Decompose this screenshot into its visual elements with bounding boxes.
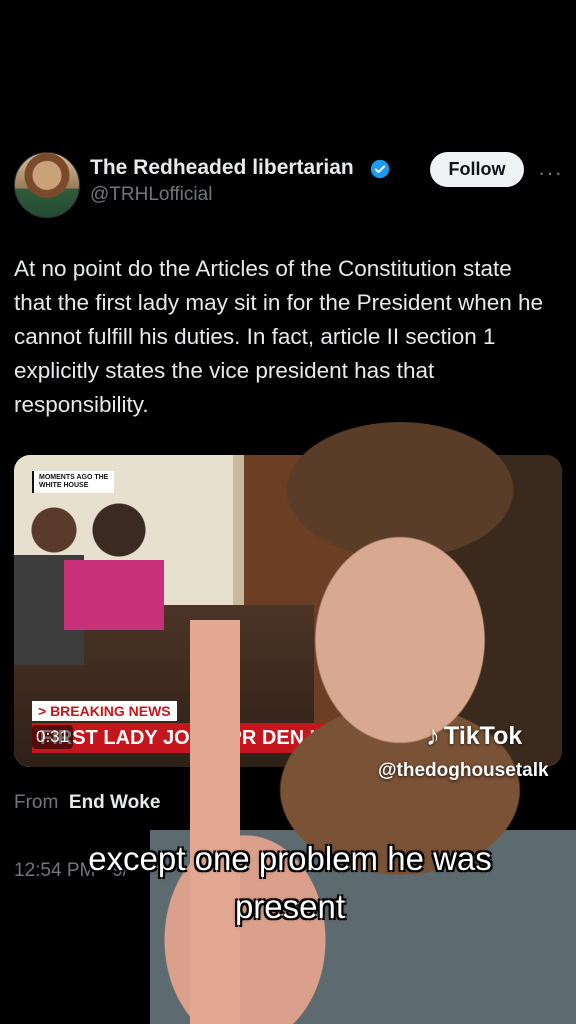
more-options-icon[interactable]: ···	[538, 160, 563, 186]
source-line: From End Woke	[14, 792, 160, 814]
moments-ago-tag: MOMENTS AGO THE WHITE HOUSE	[32, 471, 114, 493]
video-timer: 0:31	[32, 725, 74, 749]
tiktok-handle: @thedoghousetalk	[378, 760, 549, 781]
video-caption: except one problem he was present	[88, 840, 492, 925]
user-handle[interactable]: @TRHLofficial	[90, 184, 212, 206]
avatar[interactable]	[14, 152, 80, 218]
follow-button[interactable]: Follow	[430, 152, 524, 187]
display-name[interactable]: The Redheaded libertarian	[90, 156, 354, 180]
tiktok-brand: TikTok	[444, 721, 523, 750]
tiktok-note-icon: ♪	[426, 720, 440, 751]
tiktok-watermark: ♪ TikTok	[426, 720, 522, 752]
pointing-hand	[140, 620, 350, 1024]
verified-badge-icon	[370, 159, 390, 179]
source-prefix: From	[14, 792, 59, 813]
video-person	[64, 490, 164, 630]
tweet-text: At no point do the Articles of the Const…	[14, 256, 544, 417]
